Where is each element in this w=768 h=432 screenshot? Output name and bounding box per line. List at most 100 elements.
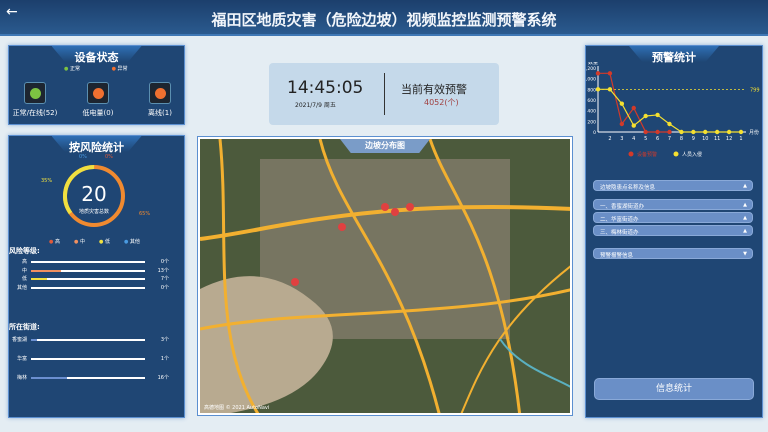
- y-tick-label: 800: [587, 87, 596, 93]
- series-line: [598, 72, 670, 133]
- data-point: [714, 129, 720, 135]
- risk-level-bar-fill: [31, 269, 61, 272]
- map-marker-icon: [391, 208, 399, 216]
- street-bar: [31, 377, 145, 379]
- header: ← 福田区地质灾害（危险边坡）视频监控监测预警系统: [0, 0, 768, 36]
- status-normal-indicator: [24, 82, 46, 104]
- street-bar-fill: [31, 339, 37, 341]
- y-tick-label: 0: [593, 130, 596, 136]
- data-point: [691, 129, 696, 135]
- legend-marker: [628, 151, 634, 157]
- alert-label: 当前有效预警: [401, 83, 467, 96]
- panel-title: 设备状态: [74, 51, 119, 64]
- risk-level-value: 0个: [160, 259, 169, 265]
- street-row: 香蜜湖 3个: [9, 336, 169, 344]
- street-value: 3个: [160, 337, 169, 343]
- risk-level-value: 0个: [160, 284, 169, 291]
- accordion-item[interactable]: 三、梅林街道办 ▲: [593, 225, 753, 236]
- accordion-item[interactable]: 预警报警信息 ▼: [593, 248, 753, 259]
- x-tick-label: 11: [714, 136, 720, 142]
- panel-title: 按风险统计: [69, 141, 124, 154]
- accordion-item[interactable]: 一、香蜜湖街道办 ▲: [593, 199, 753, 210]
- x-tick-label: 6: [656, 136, 659, 142]
- data-point: [619, 121, 625, 127]
- street-label: 香蜜湖: [11, 337, 27, 343]
- map-marker-icon: [291, 278, 299, 286]
- x-axis-label: 月份: [749, 129, 759, 136]
- data-point: [643, 113, 648, 119]
- x-tick-label: 9: [692, 136, 695, 142]
- map-title: 边坡分布图: [340, 139, 430, 153]
- x-tick-label: 5: [644, 136, 647, 142]
- risk-level-row: 其他 0个: [9, 284, 169, 292]
- x-tick-label: 12: [726, 136, 732, 142]
- clock-time: 14:45:05: [287, 78, 364, 98]
- accordion-label: 一、香蜜湖街道办: [600, 204, 645, 210]
- map-canvas[interactable]: [200, 139, 572, 415]
- markline-label: 799: [750, 87, 760, 93]
- data-point: [667, 121, 672, 127]
- data-point: [631, 105, 636, 111]
- clock-alert-box: 14:45:05 2021/7/9 周五 当前有效预警 4052(个): [269, 63, 499, 125]
- alert-count: 4052(个): [424, 98, 459, 107]
- risk-stats-panel: 按风险统计 20 地质灾害总数 0% 0% 35% 65% ● 高 ● 中 ● …: [8, 135, 185, 418]
- caret-up-icon: ▲: [743, 183, 747, 189]
- y-tick-label: 400: [587, 109, 596, 115]
- map-marker-icon: [338, 223, 346, 231]
- data-point: [726, 129, 732, 135]
- street-bar: [31, 339, 145, 341]
- risk-level-row: 高 0个: [9, 258, 169, 266]
- risk-level-bar: [31, 269, 145, 272]
- street-label: 梅林: [16, 375, 27, 381]
- street-row: 梅林 16个: [9, 374, 169, 382]
- street-bar-fill: [31, 377, 68, 379]
- warning-line-chart: 数量月份02004006008001,0001,2002345678910111…: [586, 62, 760, 158]
- x-tick-label: 1: [739, 136, 742, 142]
- y-axis-label: 数量: [588, 62, 598, 66]
- accordion-item[interactable]: 二、华富街道办 ▲: [593, 212, 753, 223]
- street-value: 16个: [157, 375, 169, 381]
- risk-level-label: 低: [21, 276, 27, 282]
- clock-date: 2021/7/9 周五: [295, 102, 336, 109]
- risk-level-row: 低 7个: [9, 275, 169, 283]
- risk-total: 20: [81, 182, 107, 206]
- data-point: [631, 123, 636, 128]
- status-legend: ● 正常 ● 异常: [64, 66, 128, 72]
- caret-up-icon: ▲: [743, 215, 747, 221]
- data-point: [655, 129, 660, 135]
- info-stats-button[interactable]: 信息统计: [594, 378, 754, 400]
- risk-legend: ● 高 ● 中 ● 低 ● 其他: [49, 239, 140, 245]
- status-offline-indicator: [149, 82, 171, 104]
- map-attribution: 高德地图 © 2021 AutoNavi: [204, 405, 270, 411]
- data-point: [703, 129, 708, 135]
- data-point: [595, 87, 601, 92]
- data-point: [607, 87, 613, 92]
- risk-level-label: 中: [21, 267, 27, 274]
- divider: [384, 73, 385, 115]
- caret-up-icon: ▲: [743, 228, 747, 234]
- app-title: 福田区地质灾害（危险边坡）视频监控监测预警系统: [211, 11, 557, 29]
- risk-level-bar-fill: [31, 278, 47, 280]
- x-tick-label: 4: [632, 136, 635, 142]
- street-bar: [31, 358, 145, 360]
- accordion-label: 二、华富街道办: [600, 217, 639, 223]
- x-tick-label: 3: [620, 136, 623, 142]
- data-point: [655, 112, 660, 118]
- street-value: 1个: [160, 356, 169, 362]
- accordion-label: 三、梅林街道办: [600, 230, 639, 236]
- slope-map[interactable]: 边坡分布图 高德地图 © 2021 AutoNavi: [197, 136, 573, 416]
- risk-level-bar: [31, 278, 145, 280]
- risk-total-label: 地质灾害总数: [78, 209, 109, 215]
- accordion-item[interactable]: 边坡隐患点名称及信息 ▲: [593, 180, 753, 191]
- data-point: [667, 129, 672, 135]
- risk-level-value: 7个: [160, 276, 169, 282]
- data-point: [643, 129, 648, 135]
- risk-level-heading: 风险等级:: [9, 247, 40, 255]
- street-row: 华富 1个: [9, 355, 169, 363]
- risk-level-bar: [31, 286, 145, 289]
- x-tick-label: 10: [702, 136, 708, 142]
- status-low-battery-indicator: [87, 82, 109, 104]
- caret-up-icon: ▲: [743, 202, 747, 208]
- y-tick-label: 600: [587, 98, 596, 104]
- data-point: [595, 71, 601, 76]
